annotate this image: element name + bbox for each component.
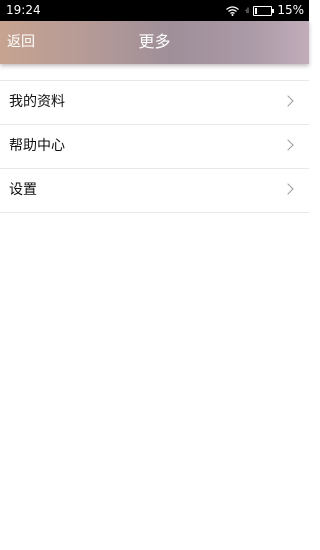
wifi-icon xyxy=(226,5,240,16)
menu-item-settings[interactable]: 设置 xyxy=(0,169,309,213)
status-icons: ·ıll 15% xyxy=(226,3,304,18)
battery-level-fill xyxy=(255,7,258,14)
navigation-bar: 返回 更多 xyxy=(0,21,309,64)
battery-tip xyxy=(272,8,275,13)
signal-icon: ·ıll xyxy=(244,6,249,15)
menu-item-label: 我的资料 xyxy=(9,94,65,110)
chevron-right-icon xyxy=(282,183,294,195)
menu-item-label: 设置 xyxy=(9,182,37,198)
status-bar: 19:24 ·ıll 15% xyxy=(0,0,309,21)
chevron-right-icon xyxy=(282,95,294,107)
battery-icon xyxy=(253,5,275,16)
menu-item-my-profile[interactable]: 我的资料 xyxy=(0,81,309,125)
page-title: 更多 xyxy=(138,32,171,51)
chevron-right-icon xyxy=(282,139,294,151)
battery-percentage: 15% xyxy=(277,3,304,17)
menu-item-label: 帮助中心 xyxy=(9,138,65,154)
settings-menu: 我的资料 帮助中心 设置 xyxy=(0,80,309,213)
status-time: 19:24 xyxy=(6,3,41,17)
menu-item-help-center[interactable]: 帮助中心 xyxy=(0,125,309,169)
